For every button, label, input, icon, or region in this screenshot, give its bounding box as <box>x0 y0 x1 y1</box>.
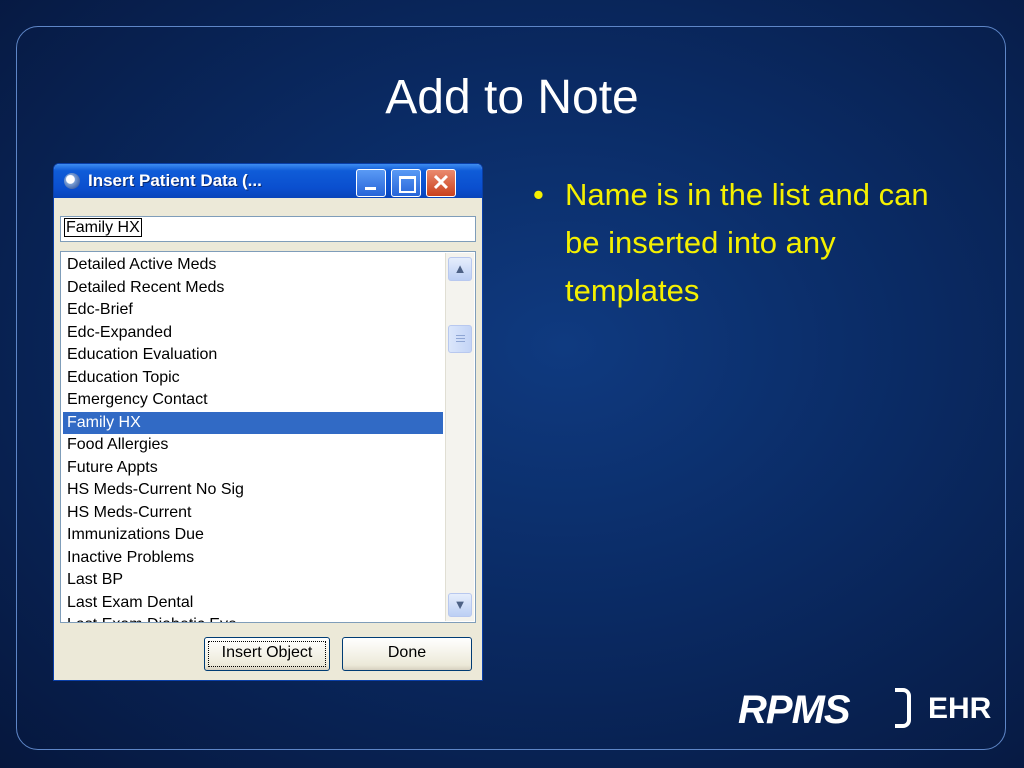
list-item[interactable]: Last Exam Dental <box>63 592 443 615</box>
close-icon: ✕ <box>431 170 451 195</box>
list-items: Detailed Active Meds Detailed Recent Meds… <box>63 254 443 622</box>
list-item[interactable]: HS Meds-Current No Sig <box>63 479 443 502</box>
list-item[interactable]: Edc-Brief <box>63 299 443 322</box>
list-item[interactable]: Immunizations Due <box>63 524 443 547</box>
dialog-title: Insert Patient Data (... <box>88 171 262 190</box>
list-item[interactable]: Detailed Recent Meds <box>63 277 443 300</box>
logo-bracket <box>895 688 911 728</box>
scroll-thumb[interactable] <box>448 325 472 353</box>
list-item[interactable]: Edc-Expanded <box>63 322 443 345</box>
list-item[interactable]: Inactive Problems <box>63 547 443 570</box>
list-item[interactable]: Last BP <box>63 569 443 592</box>
maximize-button[interactable] <box>391 169 421 197</box>
list-item[interactable]: Education Topic <box>63 367 443 390</box>
minimize-button[interactable] <box>356 169 386 197</box>
chevron-up-icon: ▲ <box>453 261 467 276</box>
bullet-text: Name is in the list and can be inserted … <box>565 177 929 308</box>
insert-patient-data-dialog: Insert Patient Data (... ✕ Family HX Det… <box>53 163 483 681</box>
search-input[interactable]: Family HX <box>60 216 476 242</box>
app-icon <box>64 173 80 189</box>
grip-line <box>456 335 465 336</box>
insert-object-button[interactable]: Insert Object <box>204 637 330 671</box>
list-item[interactable]: Food Allergies <box>63 434 443 457</box>
scroll-up-button[interactable]: ▲ <box>448 257 472 281</box>
close-button[interactable]: ✕ <box>426 169 456 197</box>
list-item[interactable]: Detailed Active Meds <box>63 254 443 277</box>
scroll-down-button[interactable]: ▼ <box>448 593 472 617</box>
dialog-titlebar[interactable]: Insert Patient Data (... ✕ <box>54 164 482 198</box>
search-input-value: Family HX <box>64 218 142 237</box>
logo-sub-text: EHR <box>928 692 992 725</box>
patient-data-list[interactable]: Detailed Active Meds Detailed Recent Meds… <box>60 251 476 623</box>
grip-line <box>456 341 465 342</box>
chevron-down-icon: ▼ <box>453 597 467 612</box>
slide-title: Add to Note <box>385 71 639 124</box>
logo-main-text: RPMS <box>738 688 851 732</box>
list-item[interactable]: HS Meds-Current <box>63 502 443 525</box>
list-scrollbar[interactable]: ▲ ▼ <box>445 253 474 621</box>
list-item[interactable]: Education Evaluation <box>63 344 443 367</box>
list-item[interactable]: Future Appts <box>63 457 443 480</box>
done-button[interactable]: Done <box>342 637 472 671</box>
bullet-dot: • <box>533 177 544 212</box>
rpms-ehr-logo: RPMS EHR <box>738 682 998 734</box>
list-item[interactable]: Last Exam Diabetic Eye <box>63 614 443 622</box>
list-item[interactable]: Family HX <box>63 411 443 434</box>
maximize-icon <box>399 176 416 193</box>
minimize-icon <box>365 187 376 190</box>
grip-line <box>456 338 465 339</box>
list-item[interactable]: Emergency Contact <box>63 389 443 412</box>
